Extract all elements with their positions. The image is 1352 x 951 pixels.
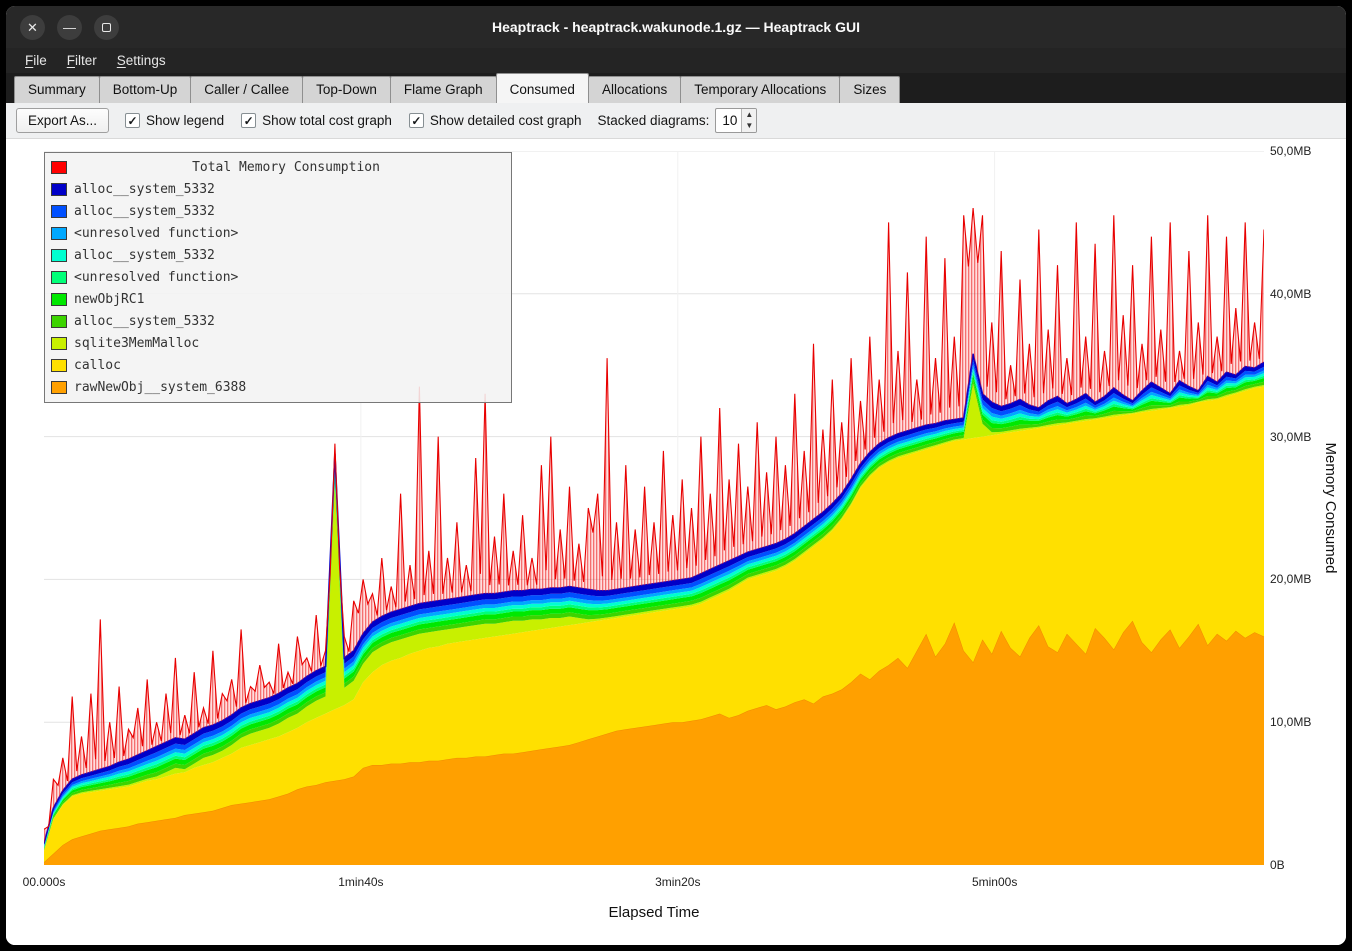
tab-consumed[interactable]: Consumed [496,73,589,103]
x-tick-label: 00.000s [23,875,66,889]
spinbox-decrement-button[interactable]: ▼ [742,121,756,133]
legend-swatch [51,249,67,262]
legend-label: calloc [74,358,121,373]
window-title: Heaptrack - heaptrack.wakunode.1.gz — He… [6,19,1346,35]
legend-label: newObjRC1 [74,292,144,307]
legend-swatch [51,183,67,196]
y-tick-label: 30,0MB [1270,430,1311,444]
tab-bottom-up[interactable]: Bottom-Up [99,76,192,103]
window-controls: ✕ — [6,15,119,40]
title-bar[interactable]: ✕ — Heaptrack - heaptrack.wakunode.1.gz … [6,6,1346,48]
maximize-icon [102,23,111,32]
legend-label: alloc__system_5332 [74,204,215,219]
heaptrack-window: ✕ — Heaptrack - heaptrack.wakunode.1.gz … [6,6,1346,945]
legend-item: alloc__system_5332 [45,178,511,200]
legend-item: <unresolved function> [45,266,511,288]
legend-label: <unresolved function> [74,226,238,241]
legend-swatch [51,161,67,174]
checkbox-show-total-cost-graph[interactable]: ✓ Show total cost graph [241,113,392,128]
stacked-diagrams-spinbox[interactable]: 10 ▲ ▼ [715,108,757,133]
legend-item: <unresolved function> [45,222,511,244]
legend-label: alloc__system_5332 [74,248,215,263]
checkbox-box: ✓ [125,113,140,128]
legend-swatch [51,315,67,328]
memory-consumption-chart: Total Memory Consumption alloc__system_53… [6,139,1346,945]
tab-caller-callee[interactable]: Caller / Callee [190,76,303,103]
tab-sizes[interactable]: Sizes [839,76,900,103]
tab-flame-graph[interactable]: Flame Graph [390,76,497,103]
legend-item: alloc__system_5332 [45,200,511,222]
legend-label: Total Memory Consumption [67,160,505,175]
minimize-button[interactable]: — [57,15,82,40]
y-axis-title: Memory Consumed [1322,443,1339,574]
maximize-button[interactable] [94,15,119,40]
x-tick-label: 5min00s [972,875,1017,889]
checkbox-label: Show total cost graph [262,113,392,128]
stacked-diagrams-value[interactable]: 10 [716,109,741,132]
legend-swatch [51,381,67,394]
legend-swatch [51,337,67,350]
y-tick-label: 40,0MB [1270,287,1311,301]
legend-label: alloc__system_5332 [74,314,215,329]
checkbox-show-detailed-cost-graph[interactable]: ✓ Show detailed cost graph [409,113,582,128]
x-axis-title: Elapsed Time [44,904,1264,921]
checkbox-show-legend[interactable]: ✓ Show legend [125,113,224,128]
checkbox-label: Show detailed cost graph [430,113,582,128]
legend-item: rawNewObj__system_6388 [45,376,511,398]
y-tick-label: 10,0MB [1270,715,1311,729]
checkbox-box: ✓ [241,113,256,128]
stacked-diagrams-label: Stacked diagrams: [598,113,710,128]
y-tick-label: 50,0MB [1270,144,1311,158]
menu-filter[interactable]: Filter [58,50,106,71]
legend-item: alloc__system_5332 [45,244,511,266]
legend-label: <unresolved function> [74,270,238,285]
legend-item: newObjRC1 [45,288,511,310]
y-tick-label: 20,0MB [1270,572,1311,586]
legend-title-row: Total Memory Consumption [45,156,511,178]
legend-item: sqlite3MemMalloc [45,332,511,354]
tab-summary[interactable]: Summary [14,76,100,103]
legend-label: alloc__system_5332 [74,182,215,197]
checkbox-label: Show legend [146,113,224,128]
y-tick-label: 0B [1270,858,1285,872]
spinbox-arrows: ▲ ▼ [741,109,756,132]
tab-temporary-allocations[interactable]: Temporary Allocations [680,76,840,103]
legend-swatch [51,227,67,240]
chart-legend: Total Memory Consumption alloc__system_53… [44,152,512,403]
spinbox-increment-button[interactable]: ▲ [742,109,756,121]
tab-bar: SummaryBottom-UpCaller / CalleeTop-DownF… [6,73,1346,103]
legend-swatch [51,359,67,372]
tab-top-down[interactable]: Top-Down [302,76,391,103]
export-as-button[interactable]: Export As... [16,108,109,133]
checkbox-group: ✓ Show legend ✓ Show total cost graph ✓ Show … [125,113,582,128]
legend-label: sqlite3MemMalloc [74,336,199,351]
tab-allocations[interactable]: Allocations [588,76,681,103]
legend-swatch [51,271,67,284]
legend-swatch [51,293,67,306]
menu-file[interactable]: File [16,50,56,71]
chart-toolbar: Export As... ✓ Show legend ✓ Show total cos… [6,103,1346,139]
legend-item: calloc [45,354,511,376]
menu-bar: FileFilterSettings [6,48,1346,73]
legend-label: rawNewObj__system_6388 [74,380,246,395]
x-tick-label: 1min40s [338,875,383,889]
legend-swatch [51,205,67,218]
checkbox-box: ✓ [409,113,424,128]
x-tick-label: 3min20s [655,875,700,889]
close-button[interactable]: ✕ [20,15,45,40]
legend-item: alloc__system_5332 [45,310,511,332]
menu-settings[interactable]: Settings [108,50,175,71]
